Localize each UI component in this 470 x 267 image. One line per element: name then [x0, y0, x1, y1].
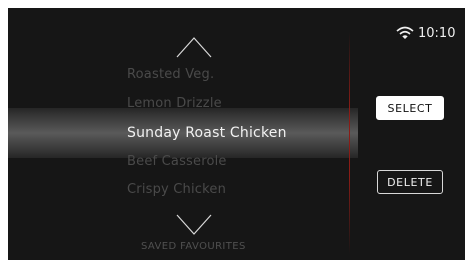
menu-item-beef-casserole[interactable]: Beef Casserole — [127, 152, 227, 172]
clock-time: 10:10 — [418, 25, 456, 41]
menu-item-roasted-veg[interactable]: Roasted Veg. — [127, 65, 214, 85]
menu-item-crispy-chicken[interactable]: Crispy Chicken — [127, 180, 226, 200]
status-bar: 10:10 — [396, 24, 455, 42]
wifi-icon — [396, 26, 414, 39]
appliance-screen: Roasted Veg. Lemon Drizzle Sunday Roast … — [8, 8, 465, 260]
scroll-up-arrow-icon[interactable] — [176, 36, 212, 58]
menu-item-lemon-drizzle[interactable]: Lemon Drizzle — [127, 94, 222, 114]
select-button[interactable]: SELECT — [376, 96, 444, 120]
menu-item-sunday-roast-chicken[interactable]: Sunday Roast Chicken — [127, 123, 287, 143]
scroll-down-arrow-icon[interactable] — [176, 214, 212, 236]
panel-divider — [349, 32, 350, 254]
saved-favourites-label: SAVED FAVOURITES — [141, 241, 246, 252]
delete-button[interactable]: DELETE — [377, 170, 443, 194]
